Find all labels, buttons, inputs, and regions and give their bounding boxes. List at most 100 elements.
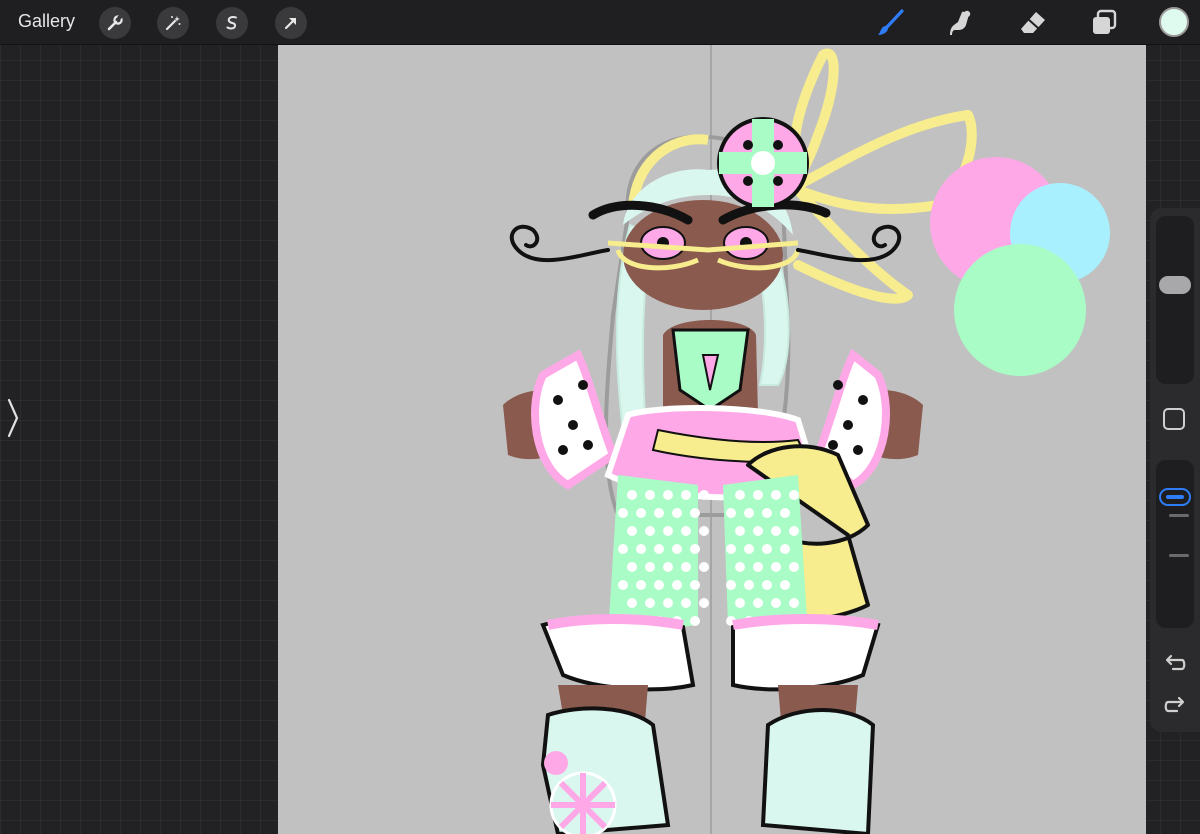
transform-button[interactable] (275, 7, 307, 39)
pants-dot (753, 526, 763, 536)
pants-dot (762, 580, 772, 590)
eraser-tool-button[interactable] (1016, 6, 1050, 40)
brush-size-thumb[interactable] (1159, 276, 1191, 294)
palette-swatch-green (954, 244, 1086, 376)
modify-button[interactable] (1163, 408, 1185, 430)
ruffle-left (540, 615, 696, 692)
selection-button[interactable] (216, 7, 248, 39)
pants-dot (690, 508, 700, 518)
pants-dot (726, 580, 736, 590)
pants-dot (681, 598, 691, 608)
actions-button[interactable] (99, 7, 131, 39)
pants-dot (789, 562, 799, 572)
pants-dot (753, 562, 763, 572)
pants-dot (663, 526, 673, 536)
color-picker-button[interactable] (1159, 7, 1189, 37)
pants-dot (762, 508, 772, 518)
pants-dot (744, 508, 754, 518)
artwork (503, 45, 1110, 834)
gallery-button[interactable]: Gallery (18, 11, 75, 32)
smudge-icon (950, 10, 971, 35)
redo-icon (1164, 696, 1185, 713)
pants-dot (690, 616, 700, 626)
redo-button[interactable] (1160, 692, 1190, 720)
pants-dot (699, 562, 709, 572)
pants-dot (645, 598, 655, 608)
layers-button[interactable] (1087, 6, 1121, 40)
pants-dot (735, 562, 745, 572)
legwarmer-right (760, 708, 876, 834)
brush-opacity-slider[interactable] (1156, 460, 1194, 628)
pants-dot (780, 580, 790, 590)
pants-dot (663, 598, 673, 608)
brush-tool-button[interactable] (873, 6, 907, 40)
undo-button[interactable] (1160, 650, 1190, 678)
drawing-canvas[interactable] (278, 45, 1146, 834)
brush-sidebar (1150, 208, 1200, 732)
pants-dot (645, 526, 655, 536)
adjustments-button[interactable] (157, 7, 189, 39)
pants-dot (672, 544, 682, 554)
pants-dot (690, 544, 700, 554)
pants-dot (636, 508, 646, 518)
smudge-tool-button[interactable] (944, 6, 978, 40)
pants-dot (735, 598, 745, 608)
pants-dot (627, 526, 637, 536)
pants-dot (699, 490, 709, 500)
pants-dot (744, 580, 754, 590)
wrench-icon (107, 14, 123, 31)
pants-dot (645, 490, 655, 500)
brush-size-slider[interactable] (1156, 216, 1194, 384)
pants-dot (636, 580, 646, 590)
pants-dot (672, 508, 682, 518)
magic-wand-icon (165, 16, 181, 31)
pants-dot (681, 562, 691, 572)
brush-icon (878, 9, 904, 35)
pants-dot (771, 598, 781, 608)
pants-dot (771, 490, 781, 500)
arrow-icon (284, 18, 296, 30)
pants-dot (753, 490, 763, 500)
pants-dot (681, 490, 691, 500)
pants-dot (789, 598, 799, 608)
pants-dot (654, 508, 664, 518)
pants-dot (681, 526, 691, 536)
pants-dot (771, 526, 781, 536)
pants-dot (654, 580, 664, 590)
pants-dot (789, 526, 799, 536)
ruffle-right (731, 615, 881, 692)
pants-dot (789, 490, 799, 500)
pants-dot (627, 490, 637, 500)
pants-dot (663, 490, 673, 500)
pants-dot (780, 508, 790, 518)
brush-opacity-thumb[interactable] (1159, 488, 1191, 506)
pants-dot (735, 490, 745, 500)
pants-dot (726, 544, 736, 554)
top-toolbar: Gallery (0, 0, 1200, 45)
pants-dot (753, 598, 763, 608)
pants-dot (771, 562, 781, 572)
sidebar-toggle-button[interactable] (0, 392, 26, 444)
pants-dot (726, 508, 736, 518)
pants-dot (627, 562, 637, 572)
pants-dot (672, 580, 682, 590)
pants-dot (618, 508, 628, 518)
opacity-tick (1169, 514, 1189, 517)
pants-dot (699, 526, 709, 536)
undo-icon (1165, 654, 1186, 671)
sleeve-left (531, 349, 618, 490)
pants-dot (645, 562, 655, 572)
pants-dot (690, 580, 700, 590)
pants-dot (618, 580, 628, 590)
pants-dot (735, 526, 745, 536)
pants-dot (780, 544, 790, 554)
eraser-icon (1021, 12, 1045, 33)
pants-dot (654, 544, 664, 554)
pants-dot (627, 598, 637, 608)
pants-dot (699, 598, 709, 608)
pants-dot (663, 562, 673, 572)
swirl-left (509, 224, 610, 263)
pants-dot (618, 544, 628, 554)
pants-dot (744, 544, 754, 554)
chevron-right-icon (7, 398, 19, 438)
